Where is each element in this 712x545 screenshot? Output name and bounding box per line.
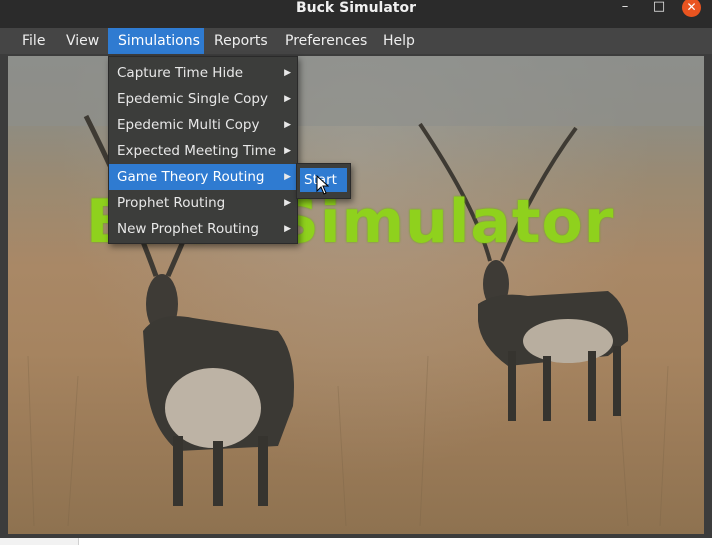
menu-item-label: Epedemic Single Copy [117, 91, 268, 107]
menu-item-label: Epedemic Multi Copy [117, 117, 260, 133]
menu-item-game-theory-routing[interactable]: Game Theory Routing ▶ [109, 164, 297, 190]
submenu-arrow-icon: ▶ [284, 172, 291, 182]
menu-simulations[interactable]: Simulations [108, 28, 204, 54]
menu-item-capture-time-hide[interactable]: Capture Time Hide ▶ [109, 60, 297, 86]
submenu-arrow-icon: ▶ [284, 224, 291, 234]
mouse-cursor-icon [316, 175, 330, 195]
menu-view[interactable]: View [56, 28, 109, 54]
menu-item-epedemic-multi-copy[interactable]: Epedemic Multi Copy ▶ [109, 112, 297, 138]
maximize-icon[interactable]: □ [650, 0, 668, 16]
title-bar: Buck Simulator – □ ✕ [0, 0, 712, 28]
menu-preferences[interactable]: Preferences [275, 28, 377, 54]
bottom-strip-segment [0, 538, 79, 545]
menu-item-new-prophet-routing[interactable]: New Prophet Routing ▶ [109, 216, 297, 242]
window-title: Buck Simulator [295, 0, 417, 16]
submenu-arrow-icon: ▶ [284, 94, 291, 104]
menu-help[interactable]: Help [373, 28, 425, 54]
simulations-dropdown: Capture Time Hide ▶ Epedemic Single Copy… [108, 56, 298, 244]
menu-file[interactable]: File [12, 28, 55, 54]
menu-item-label: Game Theory Routing [117, 169, 265, 185]
menu-item-label: Expected Meeting Time [117, 143, 277, 159]
menu-item-label: New Prophet Routing [117, 221, 259, 237]
menu-reports[interactable]: Reports [204, 28, 278, 54]
submenu-arrow-icon: ▶ [284, 198, 291, 208]
submenu-arrow-icon: ▶ [284, 146, 291, 156]
bottom-strip [0, 538, 712, 545]
menu-bar: File View Simulations Reports Preference… [0, 28, 712, 54]
menu-item-prophet-routing[interactable]: Prophet Routing ▶ [109, 190, 297, 216]
menu-item-label: Capture Time Hide [117, 65, 244, 81]
menu-item-label: Prophet Routing [117, 195, 226, 211]
submenu-arrow-icon: ▶ [284, 120, 291, 130]
submenu-arrow-icon: ▶ [284, 68, 291, 78]
app-window: Buck Simulator – □ ✕ File View Simulatio… [0, 0, 712, 538]
menu-item-expected-meeting-time[interactable]: Expected Meeting Time ▶ [109, 138, 297, 164]
menu-item-epedemic-single-copy[interactable]: Epedemic Single Copy ▶ [109, 86, 297, 112]
minimize-icon[interactable]: – [616, 0, 634, 16]
